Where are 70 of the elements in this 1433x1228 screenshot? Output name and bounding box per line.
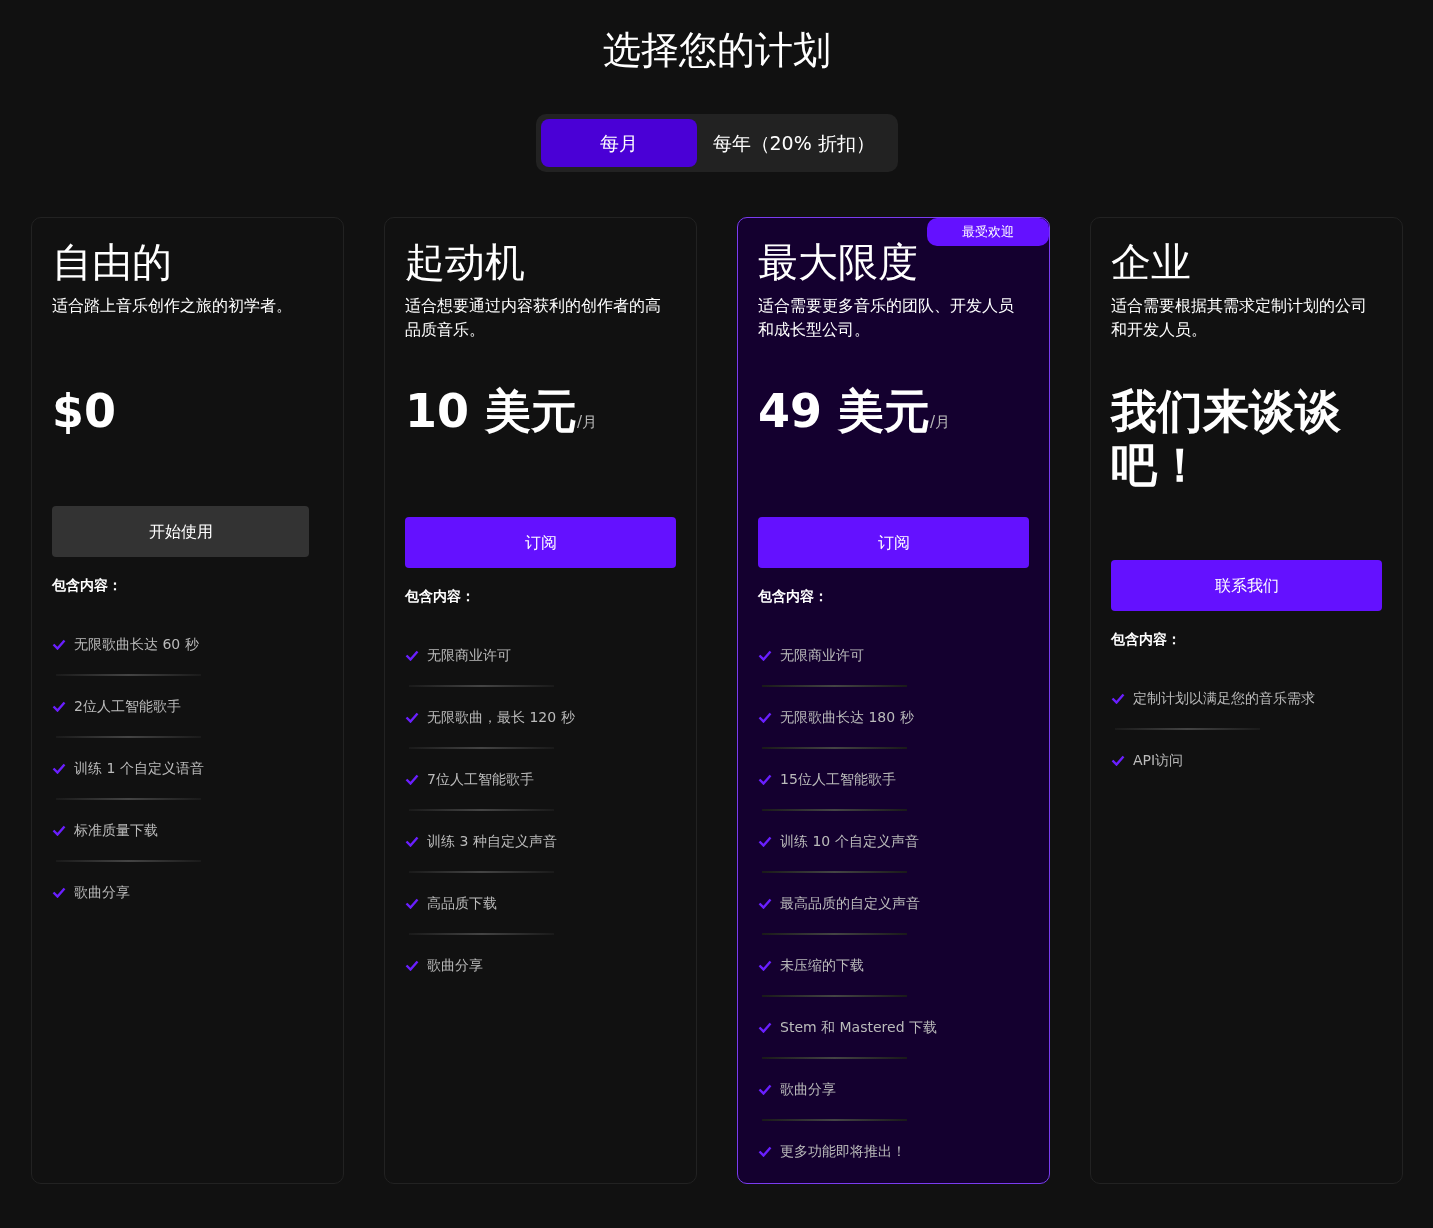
plan-price: 49 美元	[758, 384, 931, 438]
check-icon	[758, 897, 772, 909]
feature-text: 无限商业许可	[780, 645, 864, 665]
plan-price: 我们来谈谈吧！	[1111, 384, 1341, 492]
check-icon	[52, 638, 66, 650]
feature-text: 歌曲分享	[427, 955, 483, 975]
plan-name: 企业	[1111, 238, 1192, 286]
feature-text: 未压缩的下载	[780, 955, 864, 975]
check-icon	[52, 824, 66, 836]
feature-text: Stem 和 Mastered 下载	[780, 1017, 937, 1037]
feature-text: 最高品质的自定义声音	[780, 893, 920, 913]
check-icon	[1111, 754, 1125, 766]
check-icon	[52, 700, 66, 712]
feature-text: 训练 10 个自定义声音	[780, 831, 919, 851]
plan-button[interactable]: 订阅	[758, 517, 1029, 568]
includes-label: 包含内容：	[758, 587, 829, 606]
feature-text: 训练 3 种自定义声音	[427, 831, 557, 851]
check-icon	[758, 959, 772, 971]
feature-text: 无限歌曲，最长 120 秒	[427, 707, 575, 727]
check-icon	[758, 1145, 772, 1157]
check-icon	[405, 711, 419, 723]
billing-tab[interactable]: 每年（20% 折扣）	[696, 119, 891, 167]
feature-text: 定制计划以满足您的音乐需求	[1133, 688, 1315, 708]
plan-button[interactable]: 联系我们	[1111, 560, 1382, 611]
plan-button[interactable]: 订阅	[405, 517, 676, 568]
billing-tab[interactable]: 每月	[540, 119, 697, 167]
popular-tag: 最受欢迎	[927, 218, 1049, 246]
includes-label: 包含内容：	[1111, 630, 1182, 649]
plan-price: $0	[52, 384, 116, 438]
check-icon	[758, 773, 772, 785]
feature-text: 标准质量下载	[74, 820, 158, 840]
check-icon	[405, 897, 419, 909]
feature-text: API访问	[1133, 750, 1184, 770]
feature-text: 无限歌曲长达 180 秒	[780, 707, 914, 727]
feature-text: 训练 1 个自定义语音	[74, 758, 204, 778]
check-icon	[758, 711, 772, 723]
includes-label: 包含内容：	[52, 576, 123, 595]
plan-name: 最大限度	[758, 238, 919, 286]
check-icon	[758, 1021, 772, 1033]
feature-text: 15位人工智能歌手	[780, 769, 896, 789]
plan-price: 10 美元	[405, 384, 578, 438]
feature-text: 无限歌曲长达 60 秒	[74, 634, 199, 654]
includes-label: 包含内容：	[405, 587, 476, 606]
price-period: /月	[577, 413, 598, 431]
plan-button[interactable]: 开始使用	[52, 506, 309, 557]
feature-text: 高品质下载	[427, 893, 497, 913]
check-icon	[758, 1083, 772, 1095]
feature-text: 无限商业许可	[427, 645, 511, 665]
plan-description: 适合需要更多音乐的团队、开发人员和成长型公司。	[758, 295, 1015, 341]
feature-text: 更多功能即将推出！	[780, 1141, 906, 1161]
check-icon	[405, 835, 419, 847]
check-icon	[758, 835, 772, 847]
price-period: /月	[930, 413, 951, 431]
feature-text: 歌曲分享	[780, 1079, 836, 1099]
plan-description: 适合想要通过内容获利的创作者的高品质音乐。	[405, 295, 662, 341]
check-icon	[1111, 692, 1125, 704]
plan-name: 起动机	[405, 238, 526, 286]
plan-description: 适合踏上音乐创作之旅的初学者。	[52, 295, 293, 317]
feature-text: 歌曲分享	[74, 882, 130, 902]
check-icon	[405, 773, 419, 785]
check-icon	[405, 649, 419, 661]
feature-text: 7位人工智能歌手	[427, 769, 534, 789]
check-icon	[52, 762, 66, 774]
check-icon	[758, 649, 772, 661]
plan-description: 适合需要根据其需求定制计划的公司和开发人员。	[1111, 295, 1368, 341]
plan-name: 自由的	[52, 238, 173, 286]
check-icon	[405, 959, 419, 971]
page-title: 选择您的计划	[601, 27, 832, 74]
check-icon	[52, 886, 66, 898]
feature-text: 2位人工智能歌手	[74, 696, 181, 716]
